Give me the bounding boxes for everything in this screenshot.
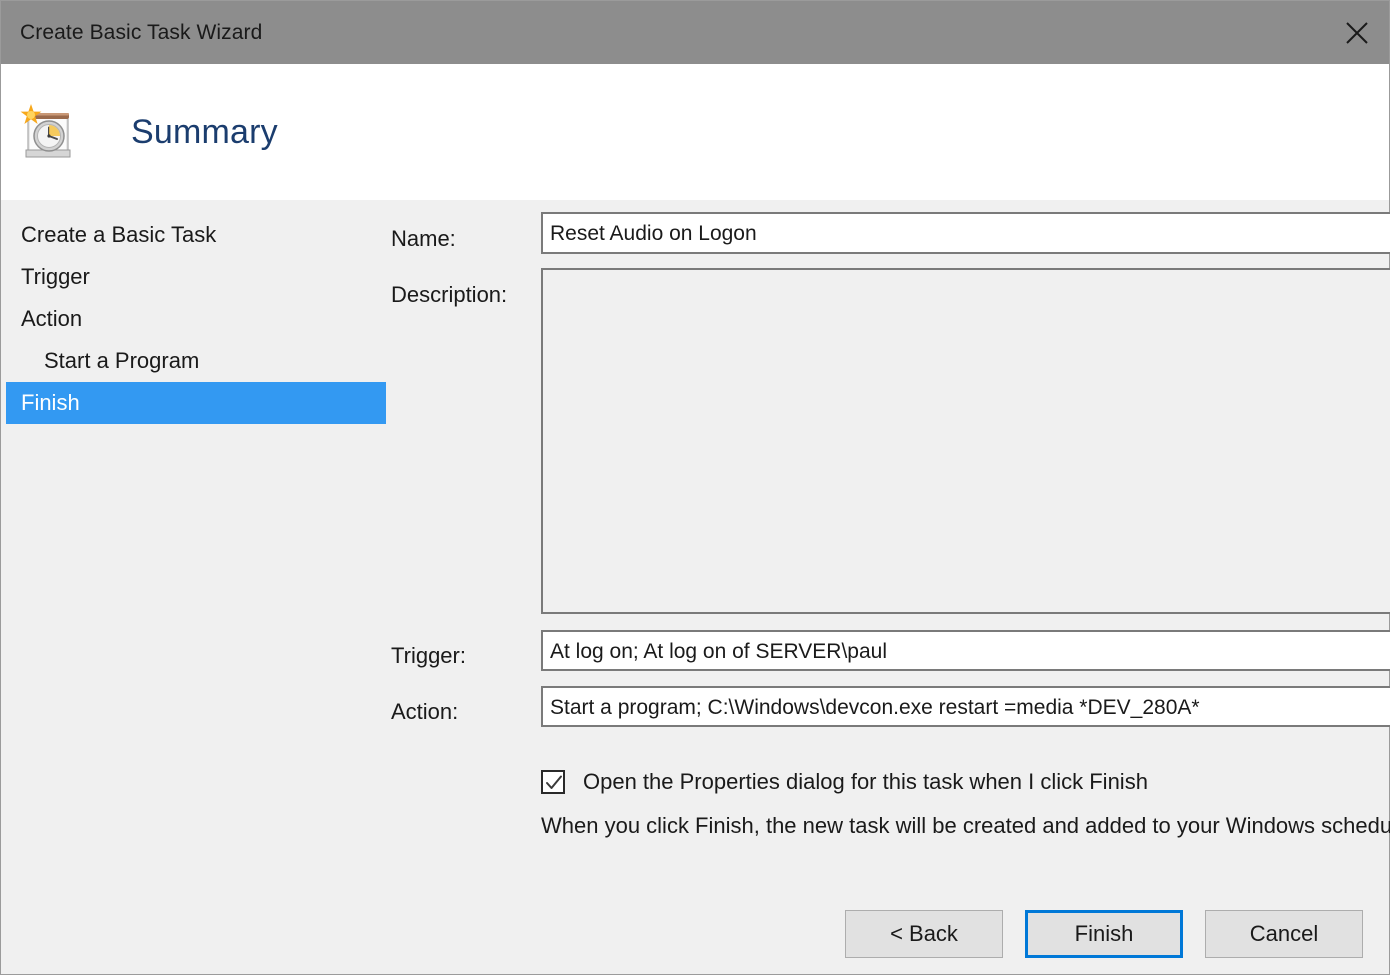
close-icon	[1344, 20, 1370, 46]
title-bar: Create Basic Task Wizard	[1, 1, 1389, 64]
task-wizard-icon	[19, 103, 81, 165]
open-properties-checkbox-label: Open the Properties dialog for this task…	[583, 769, 1148, 795]
description-label: Description:	[391, 268, 541, 308]
dialog-footer: < Back Finish Cancel	[1, 894, 1389, 974]
description-input[interactable]	[541, 268, 1390, 614]
sidebar-item-action[interactable]: Action	[6, 298, 386, 340]
window-title: Create Basic Task Wizard	[1, 21, 262, 45]
wizard-header: Summary	[1, 64, 1389, 200]
sidebar-item-label: Finish	[21, 390, 80, 416]
action-label: Action:	[391, 686, 541, 725]
sidebar-item-label: Action	[21, 306, 82, 332]
wizard-steps-nav: Create a Basic Task Trigger Action Start…	[1, 200, 391, 894]
cancel-button[interactable]: Cancel	[1205, 910, 1363, 958]
name-input[interactable]: Reset Audio on Logon	[541, 212, 1390, 254]
back-button[interactable]: < Back	[845, 910, 1003, 958]
sidebar-item-start-a-program[interactable]: Start a Program	[6, 340, 386, 382]
name-label: Name:	[391, 212, 541, 252]
sidebar-item-label: Trigger	[21, 264, 90, 290]
sidebar-item-label: Start a Program	[44, 348, 199, 374]
sidebar-item-trigger[interactable]: Trigger	[6, 256, 386, 298]
open-properties-checkbox-row[interactable]: Open the Properties dialog for this task…	[541, 769, 1390, 795]
create-basic-task-wizard-window: Create Basic Task Wizard	[0, 0, 1390, 975]
finish-note: When you click Finish, the new task will…	[541, 813, 1390, 839]
close-button[interactable]	[1325, 1, 1389, 64]
action-field-row: Action: Start a program; C:\Windows\devc…	[391, 686, 1390, 727]
sidebar-item-finish[interactable]: Finish	[6, 382, 386, 424]
sidebar-item-create-a-basic-task[interactable]: Create a Basic Task	[6, 214, 386, 256]
trigger-field-row: Trigger: At log on; At log on of SERVER\…	[391, 630, 1390, 671]
trigger-label: Trigger:	[391, 630, 541, 669]
name-field-row: Name: Reset Audio on Logon	[391, 212, 1390, 254]
sidebar-item-label: Create a Basic Task	[21, 222, 216, 248]
finish-button[interactable]: Finish	[1025, 910, 1183, 958]
open-properties-checkbox[interactable]	[541, 770, 565, 794]
page-title: Summary	[131, 113, 278, 152]
wizard-body: Create a Basic Task Trigger Action Start…	[1, 200, 1389, 894]
summary-form: Name: Reset Audio on Logon Description: …	[391, 200, 1390, 894]
action-input[interactable]: Start a program; C:\Windows\devcon.exe r…	[541, 686, 1390, 727]
trigger-input[interactable]: At log on; At log on of SERVER\paul	[541, 630, 1390, 671]
description-field-row: Description:	[391, 268, 1390, 614]
